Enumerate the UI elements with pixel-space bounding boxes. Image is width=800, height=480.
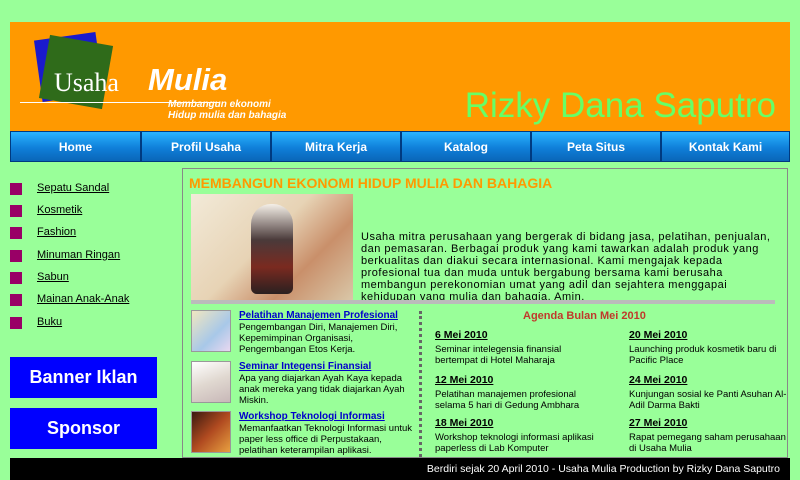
column-separator [419, 311, 422, 457]
news-item: Workshop Teknologi Informasi Memanfaatka… [191, 411, 416, 457]
sidebar-item-label[interactable]: Minuman Ringan [37, 249, 120, 261]
hero-character-figure [251, 204, 293, 294]
news-summary: Pengembangan Diri, Manajemen Diri, Kepem… [239, 322, 398, 355]
sidebar-item-label[interactable]: Mainan Anak-Anak [37, 293, 129, 305]
news-thumbnail[interactable] [191, 361, 231, 403]
logo-text-mulia: Mulia [148, 62, 228, 97]
agenda-description: Kunjungan sosial ke Panti Asuhan Al-Adil… [629, 389, 787, 411]
news-thumbnail[interactable] [191, 411, 231, 453]
main-navigation: Home Profil Usaha Mitra Kerja Katalog Pe… [10, 131, 790, 165]
news-summary: Apa yang diajarkan Ayah Kaya kepada anak… [239, 373, 405, 406]
square-bullet-icon [10, 294, 22, 306]
nav-profil-usaha[interactable]: Profil Usaha [141, 131, 271, 162]
agenda-date: 12 Mei 2010 [435, 374, 494, 386]
square-bullet-icon [10, 227, 22, 239]
sidebar-item-label[interactable]: Buku [37, 316, 62, 328]
intro-paragraph: Usaha mitra perusahaan yang bergerak di … [361, 231, 771, 303]
nav-mitra-kerja[interactable]: Mitra Kerja [271, 131, 401, 162]
agenda-description: Workshop teknologi informasi aplikasi pa… [435, 432, 594, 454]
site-header: Usaha Mulia Membangun ekonomi Hidup muli… [10, 22, 790, 132]
square-bullet-icon [10, 205, 22, 217]
section-divider [191, 300, 775, 304]
agenda-date: 20 Mei 2010 [629, 329, 688, 341]
sidebar-item-label[interactable]: Fashion [37, 226, 76, 238]
agenda-date: 18 Mei 2010 [435, 417, 494, 429]
main-content: MEMBANGUN EKONOMI HIDUP MULIA DAN BAHAGI… [182, 168, 788, 458]
nav-katalog[interactable]: Katalog [401, 131, 531, 162]
sidebar-item-label[interactable]: Sepatu Sandal [37, 182, 109, 194]
agenda-description: Seminar intelegensia finansial bertempat… [435, 344, 562, 366]
hero-image [191, 194, 353, 300]
logo-tagline: Membangun ekonomi Hidup mulia dan bahagi… [168, 99, 286, 121]
page-title: MEMBANGUN EKONOMI HIDUP MULIA DAN BAHAGI… [189, 175, 553, 191]
sidebar-item-label[interactable]: Sabun [37, 271, 69, 283]
news-thumbnail[interactable] [191, 310, 231, 352]
sidebar-item-label[interactable]: Kosmetik [37, 204, 82, 216]
news-title-link[interactable]: Workshop Teknologi Informasi [239, 411, 419, 422]
agenda-description: Rapat pemegang saham perusahaan di Usaha… [629, 432, 786, 454]
news-title-link[interactable]: Seminar Integensi Finansial [239, 361, 419, 372]
square-bullet-icon [10, 317, 22, 329]
nav-home[interactable]: Home [10, 131, 141, 162]
tagline-line-1: Membangun ekonomi [168, 99, 271, 110]
square-bullet-icon [10, 183, 22, 195]
site-footer: Berdiri sejak 20 April 2010 - Usaha Muli… [10, 458, 790, 480]
nav-kontak-kami[interactable]: Kontak Kami [661, 131, 790, 162]
news-item: Pelatihan Manajemen Profesional Pengemba… [191, 310, 416, 356]
agenda-date: 27 Mei 2010 [629, 417, 688, 429]
site-owner-name: Rizky Dana Saputro [464, 86, 776, 125]
agenda-title: Agenda Bulan Mei 2010 [523, 310, 646, 322]
agenda-date: 24 Mei 2010 [629, 374, 688, 386]
sponsor-banner[interactable]: Sponsor [10, 408, 157, 449]
news-title-link[interactable]: Pelatihan Manajemen Profesional [239, 310, 419, 321]
banner-iklan[interactable]: Banner Iklan [10, 357, 157, 398]
square-bullet-icon [10, 272, 22, 284]
logo-text-usaha: Usaha [54, 68, 119, 97]
nav-peta-situs[interactable]: Peta Situs [531, 131, 661, 162]
news-item: Seminar Integensi Finansial Apa yang dia… [191, 361, 416, 407]
agenda-date: 6 Mei 2010 [435, 329, 488, 341]
agenda-description: Pelatihan manajemen profesional selama 5… [435, 389, 580, 411]
tagline-line-2: Hidup mulia dan bahagia [168, 110, 287, 121]
news-summary: Memanfaatkan Teknologi Informasi untuk p… [239, 423, 413, 456]
agenda-description: Launching produk kosmetik baru di Pacifi… [629, 344, 777, 366]
square-bullet-icon [10, 250, 22, 262]
